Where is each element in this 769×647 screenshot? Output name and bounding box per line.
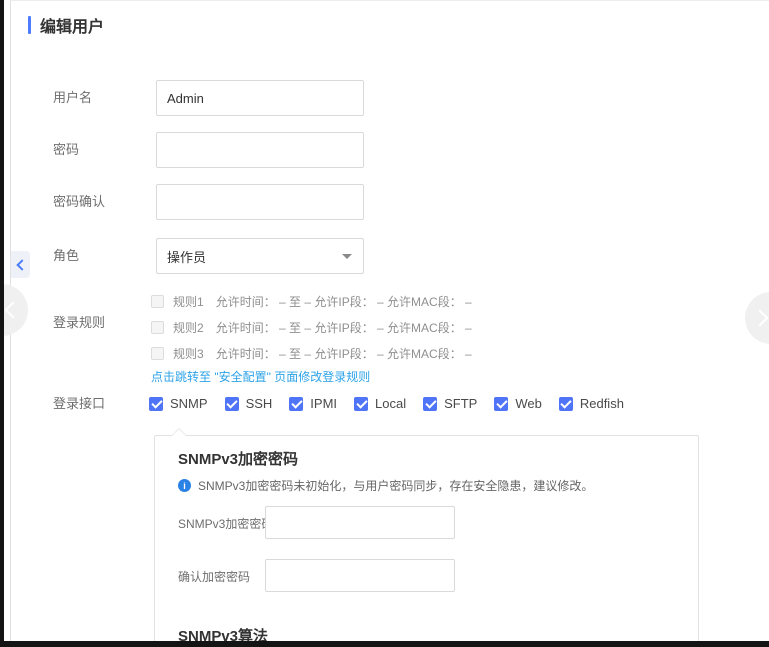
- login-rules-label: 登录规则: [53, 315, 105, 331]
- snmpv3-confirm-password-input[interactable]: [265, 559, 455, 592]
- snmpv3-panel-title: SNMPv3加密密码: [178, 448, 298, 469]
- snmpv3-notice-text: SNMPv3加密密码未初始化，与用户密码同步，存在安全隐患，建议修改。: [198, 477, 593, 494]
- login-rule-row: 规则2 允许时间： – 至 – 允许IP段： – 允许MAC段： –: [151, 314, 472, 340]
- chevron-down-icon: [342, 254, 352, 259]
- snmpv3-password-input[interactable]: [265, 506, 455, 539]
- interface-option-redfish[interactable]: Redfish: [559, 396, 624, 411]
- snmpv3-password-panel: SNMPv3加密密码 i SNMPv3加密密码未初始化，与用户密码同步，存在安全…: [154, 435, 699, 647]
- edit-user-page: 编辑用户 用户名 密码 密码确认 角色 操作员 登录规则 规则1 允许时间： –…: [10, 0, 769, 647]
- interface-label: Web: [515, 396, 542, 411]
- interface-label: SNMP: [170, 396, 208, 411]
- username-label: 用户名: [53, 90, 92, 106]
- security-config-link[interactable]: 点击跳转至 "安全配置" 页面修改登录规则: [151, 368, 370, 385]
- rule1-checkbox[interactable]: [151, 295, 164, 308]
- role-select-value: 操作员: [167, 247, 206, 266]
- login-rules-list: 规则1 允许时间： – 至 – 允许IP段： – 允许MAC段： – 规则2 允…: [151, 288, 472, 366]
- interface-label: IPMI: [310, 396, 337, 411]
- rule-detail: 允许时间： – 至 – 允许IP段： – 允许MAC段： –: [216, 345, 472, 362]
- local-checkbox[interactable]: [354, 397, 368, 411]
- login-interfaces-group: SNMP SSH IPMI Local SFTP Web: [149, 396, 624, 411]
- ipmi-checkbox[interactable]: [289, 397, 303, 411]
- interface-option-web[interactable]: Web: [494, 396, 542, 411]
- rule-name: 规则2: [173, 319, 204, 336]
- role-label: 角色: [53, 248, 79, 264]
- window-edge-bottom: [0, 641, 769, 647]
- interface-label: Redfish: [580, 396, 624, 411]
- web-checkbox[interactable]: [494, 397, 508, 411]
- login-rule-row: 规则3 允许时间： – 至 – 允许IP段： – 允许MAC段： –: [151, 340, 472, 366]
- page-title-text: 编辑用户: [40, 13, 104, 37]
- login-rule-row: 规则1 允许时间： – 至 – 允许IP段： – 允许MAC段： –: [151, 288, 472, 314]
- rule-name: 规则1: [173, 293, 204, 310]
- rule-detail: 允许时间： – 至 – 允许IP段： – 允许MAC段： –: [216, 293, 472, 310]
- redfish-checkbox[interactable]: [559, 397, 573, 411]
- title-accent-bar: [28, 16, 31, 34]
- edit-user-screen: 编辑用户 用户名 密码 密码确认 角色 操作员 登录规则 规则1 允许时间： –…: [0, 0, 769, 647]
- password-label: 密码: [53, 142, 79, 158]
- page-title: 编辑用户: [28, 13, 104, 37]
- window-edge-left: [0, 0, 4, 647]
- interface-option-sftp[interactable]: SFTP: [423, 396, 477, 411]
- chevron-left-icon: [5, 302, 22, 319]
- role-select[interactable]: 操作员: [156, 238, 364, 274]
- ssh-checkbox[interactable]: [225, 397, 239, 411]
- interface-option-ssh[interactable]: SSH: [225, 396, 273, 411]
- username-input[interactable]: [156, 80, 364, 116]
- sftp-checkbox[interactable]: [423, 397, 437, 411]
- password-input[interactable]: [156, 132, 364, 168]
- snmpv3-notice: i SNMPv3加密密码未初始化，与用户密码同步，存在安全隐患，建议修改。: [178, 477, 593, 494]
- rule3-checkbox[interactable]: [151, 347, 164, 360]
- interface-label: SFTP: [444, 396, 477, 411]
- rule-detail: 允许时间： – 至 – 允许IP段： – 允许MAC段： –: [216, 319, 472, 336]
- rule-name: 规则3: [173, 345, 204, 362]
- interface-label: SSH: [246, 396, 273, 411]
- interface-option-snmp[interactable]: SNMP: [149, 396, 208, 411]
- sidebar-collapse-tab[interactable]: [11, 251, 30, 278]
- snmp-checkbox[interactable]: [149, 397, 163, 411]
- login-interfaces-label: 登录接口: [53, 396, 105, 412]
- confirm-password-input[interactable]: [156, 184, 364, 220]
- chevron-right-icon: [752, 310, 769, 327]
- info-icon: i: [178, 479, 191, 492]
- chevron-left-icon: [16, 259, 27, 270]
- interface-option-local[interactable]: Local: [354, 396, 406, 411]
- rule2-checkbox[interactable]: [151, 321, 164, 334]
- interface-option-ipmi[interactable]: IPMI: [289, 396, 337, 411]
- snmpv3-password-label: SNMPv3加密密码: [178, 516, 273, 532]
- snmpv3-confirm-password-label: 确认加密密码: [178, 569, 250, 585]
- interface-label: Local: [375, 396, 406, 411]
- confirm-password-label: 密码确认: [53, 194, 105, 210]
